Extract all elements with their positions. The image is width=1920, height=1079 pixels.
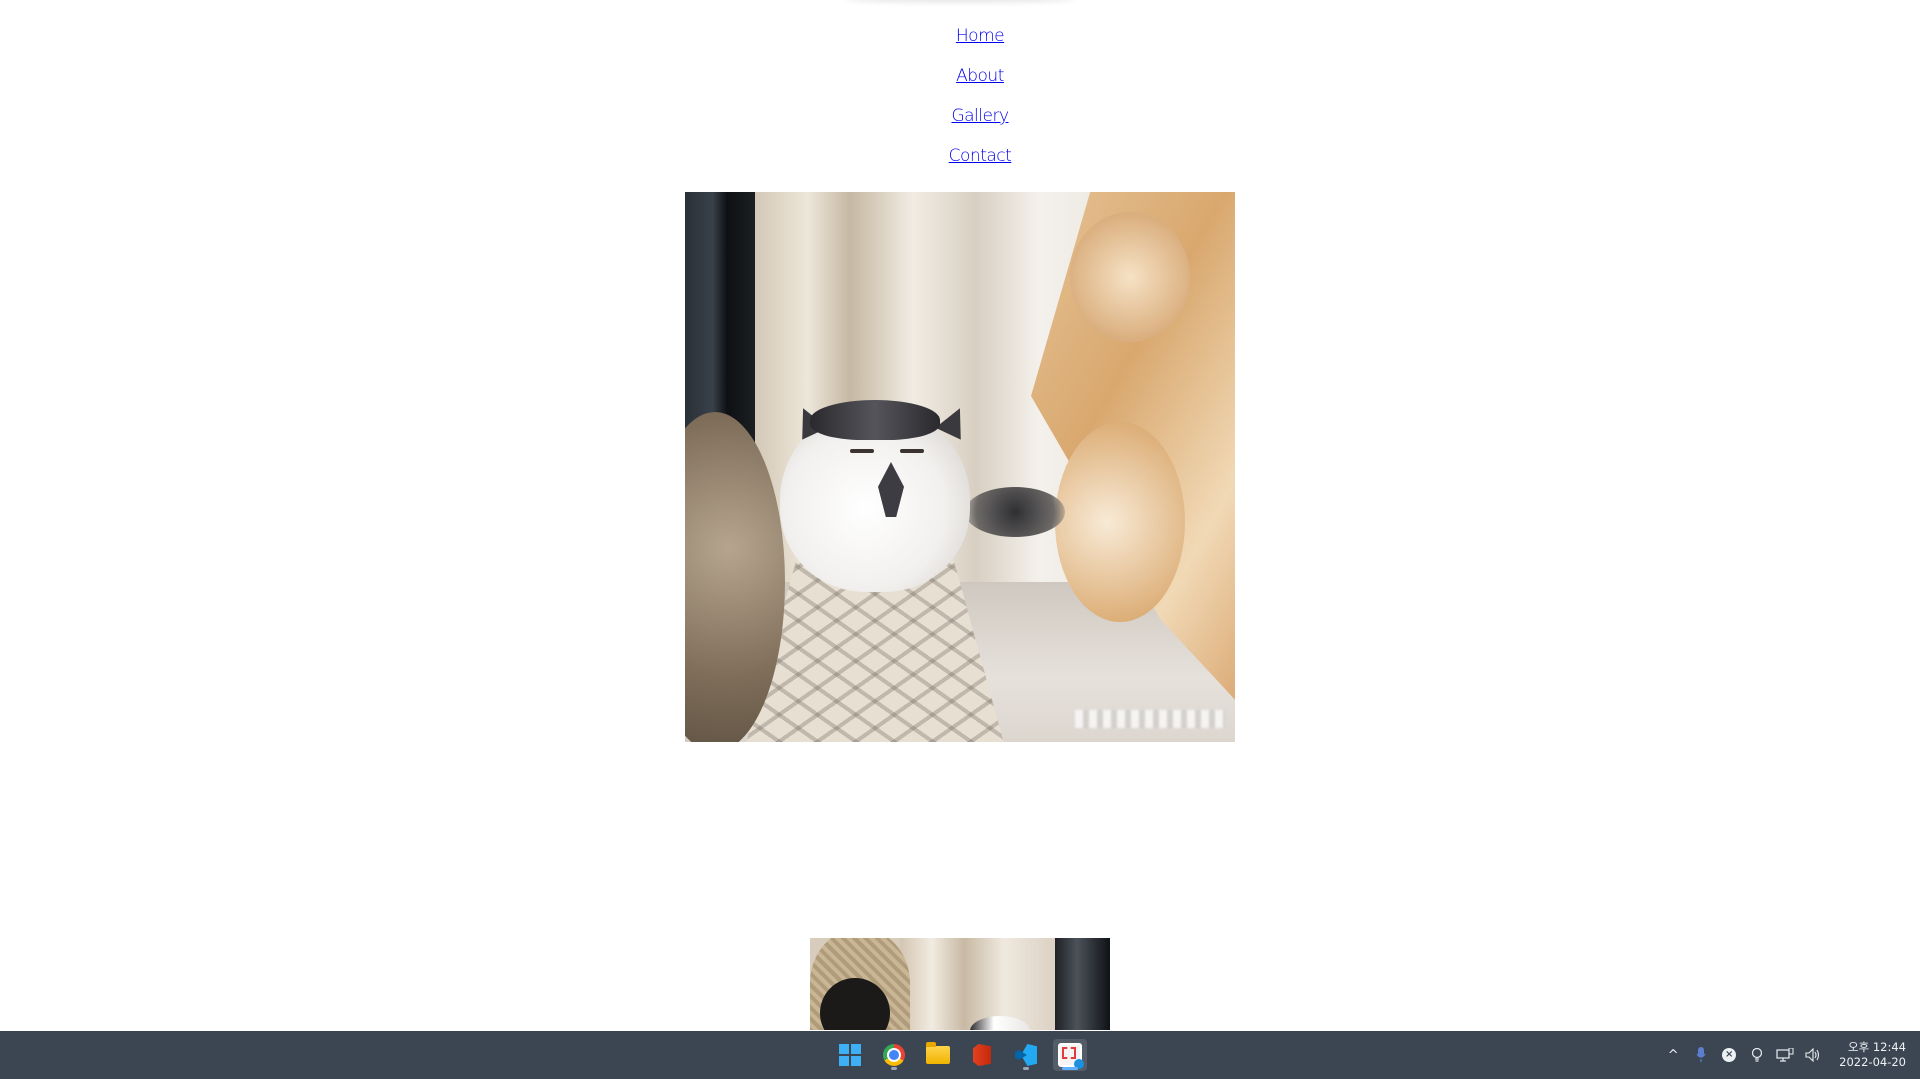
running-indicator — [1023, 1067, 1029, 1070]
taskbar-app-explorer[interactable] — [921, 1039, 955, 1071]
cat-eye — [850, 449, 874, 453]
nav-link-about[interactable]: About — [956, 60, 1004, 100]
cat-photo-second — [810, 938, 1110, 1030]
taskbar-app-chrome[interactable] — [877, 1039, 911, 1071]
taskbar-app-vscode[interactable] — [1009, 1039, 1043, 1071]
photo-wood-hole — [1055, 422, 1185, 622]
network-icon[interactable] — [1771, 1040, 1799, 1070]
photo-window — [1055, 938, 1110, 1030]
running-indicator — [891, 1067, 897, 1070]
cat-tail — [965, 487, 1065, 537]
cat-photo-main — [685, 192, 1235, 742]
browser-page: Home About Gallery Contact ^ × 오후 12:44 … — [0, 0, 1920, 1079]
close-circle-icon[interactable]: × — [1715, 1040, 1743, 1070]
microphone-icon[interactable] — [1687, 1040, 1715, 1070]
windows-start-icon — [839, 1044, 861, 1066]
office-icon — [973, 1044, 991, 1066]
taskbar-app-office[interactable] — [965, 1039, 999, 1071]
volume-icon[interactable] — [1799, 1040, 1827, 1070]
photo-watermark — [1075, 710, 1225, 728]
show-hidden-icons-chevron-icon[interactable]: ^ — [1659, 1040, 1687, 1070]
chrome-icon — [883, 1044, 905, 1066]
photo-wood-hole — [1070, 212, 1190, 342]
nav-link-contact[interactable]: Contact — [949, 140, 1012, 180]
taskbar-clock[interactable]: 오후 12:44 2022-04-20 — [1827, 1040, 1920, 1070]
photo-curtain — [900, 938, 1060, 1030]
lightbulb-icon[interactable] — [1743, 1040, 1771, 1070]
active-indicator — [1062, 1067, 1078, 1070]
clock-time: 오후 12:44 — [1848, 1040, 1906, 1054]
snipping-tool-icon — [1058, 1043, 1084, 1069]
nav-link-home[interactable]: Home — [956, 20, 1005, 60]
taskbar: ^ × 오후 12:44 2022-04-20 — [0, 1031, 1920, 1079]
nav-link-gallery[interactable]: Gallery — [951, 100, 1009, 140]
file-explorer-icon — [926, 1042, 950, 1064]
vscode-icon — [1015, 1044, 1037, 1066]
system-tray: ^ × 오후 12:44 2022-04-20 — [1659, 1031, 1920, 1079]
main-nav: Home About Gallery Contact — [0, 20, 1920, 180]
cat-head-patch — [810, 400, 940, 440]
taskbar-app-snipping-tool[interactable] — [1053, 1039, 1087, 1071]
start-button[interactable] — [833, 1039, 867, 1071]
cat-eye — [900, 449, 924, 453]
clock-date: 2022-04-20 — [1839, 1055, 1906, 1069]
